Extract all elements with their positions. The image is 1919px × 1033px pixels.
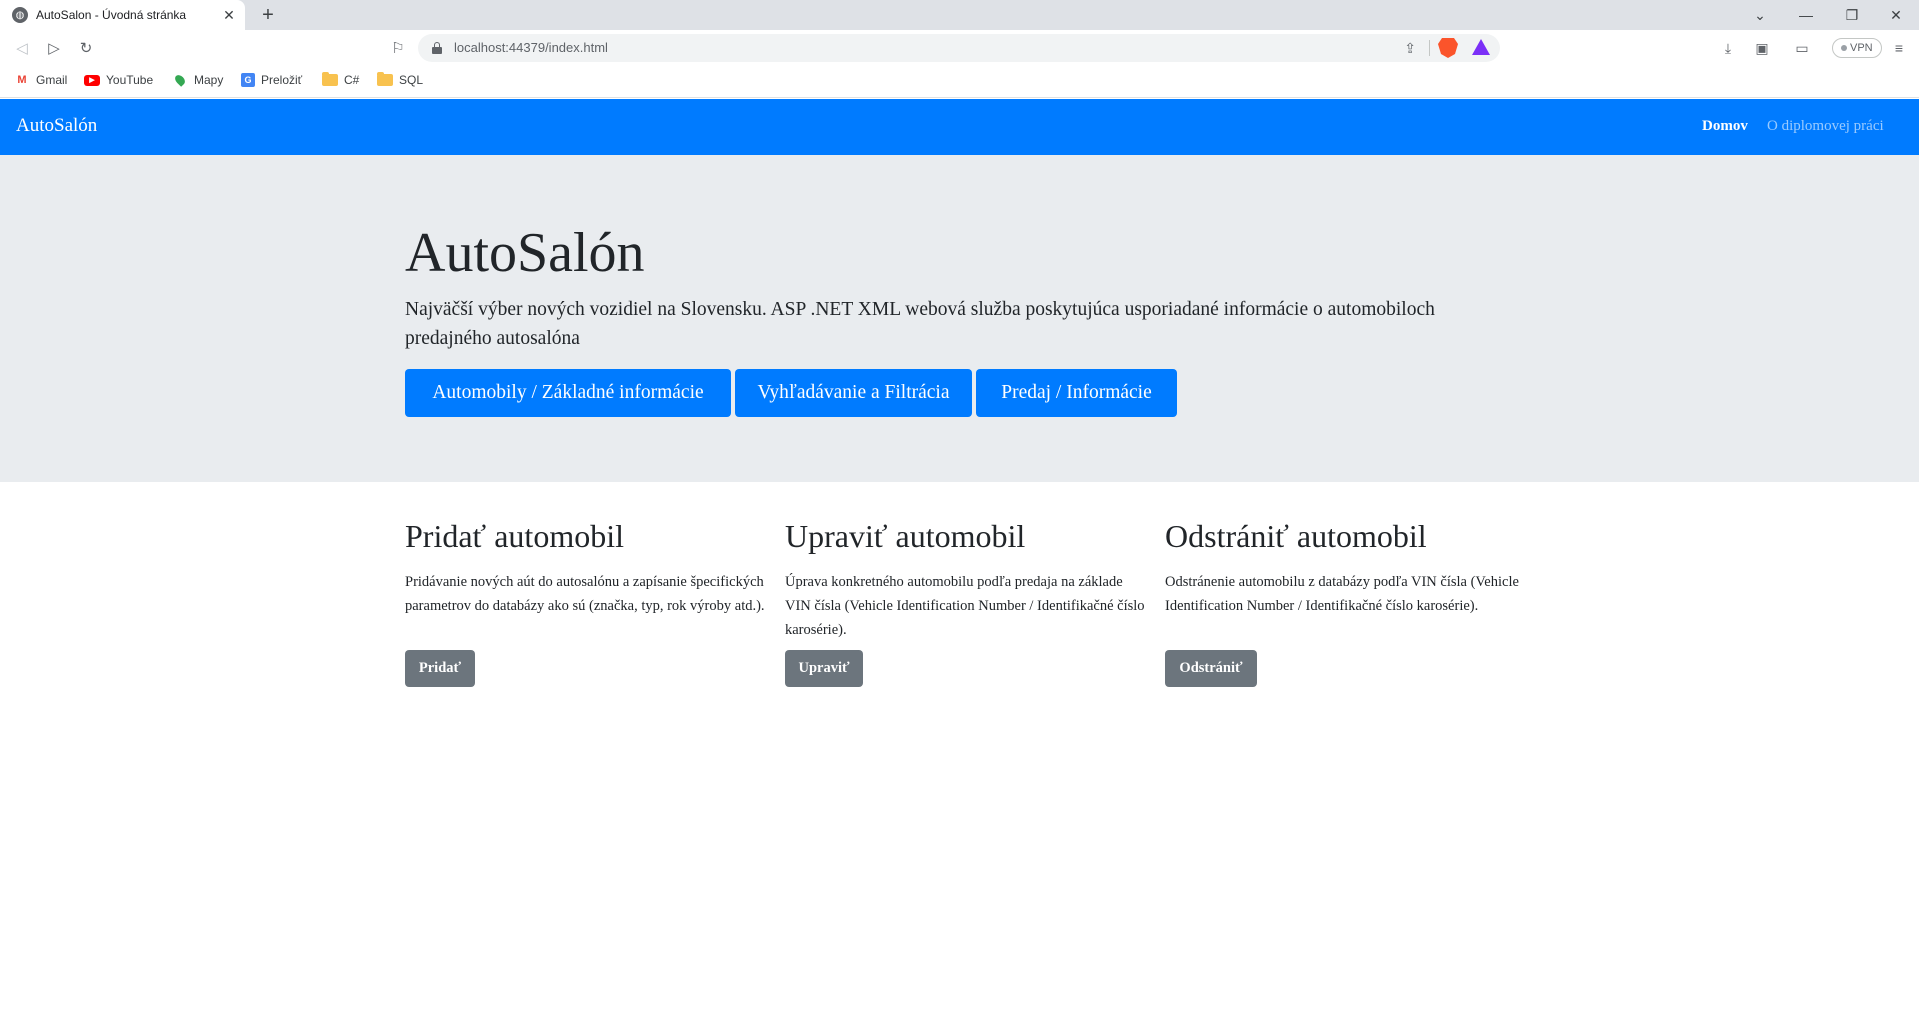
lock-icon [432, 42, 442, 54]
youtube-icon: ▶ [84, 74, 100, 86]
feature-title: Odstrániť automobil [1165, 518, 1427, 554]
tab-close-icon[interactable]: ✕ [221, 7, 237, 23]
divider [1429, 40, 1430, 56]
address-bar[interactable]: localhost:44379/index.html ⇪ [418, 34, 1500, 62]
feature-add: Pridať automobil Pridávanie nových aút d… [405, 518, 765, 618]
gmail-icon: M [17, 74, 27, 86]
feature-delete: Odstrániť automobil Odstránenie automobi… [1165, 518, 1525, 618]
browser-tab[interactable]: ◍ AutoSalon - Úvodná stránka ✕ [0, 0, 245, 30]
bookmark-icon[interactable]: ⚐ [386, 36, 410, 60]
cars-info-button[interactable]: Automobily / Základné informácie [405, 369, 731, 417]
bookmark-youtube[interactable]: ▶ YouTube [84, 73, 153, 87]
menu-icon[interactable]: ≡ [1887, 36, 1911, 60]
browser-tabstrip: ◍ AutoSalon - Úvodná stránka ✕ + ⌄ — ❐ ✕ [0, 0, 1919, 30]
bookmark-label: Mapy [194, 73, 224, 87]
vpn-status-icon [1841, 45, 1847, 52]
url-text: localhost:44379/index.html [454, 40, 608, 55]
nav-link-about[interactable]: O diplomovej práci [1767, 118, 1884, 135]
translate-icon: G [241, 73, 255, 87]
navbar-brand[interactable]: AutoSalón [16, 115, 97, 137]
nav-link-home[interactable]: Domov [1702, 118, 1748, 135]
brave-shields-icon[interactable] [1438, 38, 1458, 58]
close-window-icon[interactable]: ✕ [1873, 0, 1919, 30]
page-title: AutoSalón [405, 222, 645, 284]
bookmark-label: YouTube [106, 73, 154, 87]
globe-icon: ◍ [12, 7, 28, 23]
search-filter-button[interactable]: Vyhľadávanie a Filtrácia [735, 369, 972, 417]
folder-icon [377, 72, 393, 86]
feature-title: Pridať automobil [405, 518, 624, 554]
hero-jumbotron: AutoSalón Najväčší výber nových vozidiel… [0, 155, 1919, 482]
forward-icon[interactable]: ▷ [42, 36, 66, 60]
hero-lead: Najväčší výber nových vozidiel na Sloven… [405, 299, 1435, 349]
bookmark-folder-sql[interactable]: SQL [377, 72, 424, 87]
minimize-icon[interactable]: — [1783, 0, 1829, 30]
reload-icon[interactable]: ↻ [74, 36, 98, 60]
add-button[interactable]: Pridať [405, 650, 475, 687]
wallet-icon[interactable]: ▭ [1790, 36, 1814, 60]
delete-button[interactable]: Odstrániť [1165, 650, 1257, 687]
vpn-button[interactable]: VPN [1832, 38, 1882, 58]
new-tab-button[interactable]: + [256, 4, 280, 28]
bookmark-maps[interactable]: Mapy [172, 73, 223, 87]
site-navbar: AutoSalón Domov O diplomovej práci [0, 99, 1919, 155]
folder-icon [322, 72, 338, 86]
sidebar-icon[interactable]: ▣ [1750, 36, 1774, 60]
bookmark-label: Gmail [36, 73, 68, 87]
restore-icon[interactable]: ❐ [1829, 0, 1875, 30]
feature-edit: Upraviť automobil Úprava konkretného aut… [785, 518, 1145, 642]
maps-icon [173, 73, 187, 87]
feature-text: Pridávanie nových aút do autosalónu a za… [405, 574, 765, 614]
feature-text: Odstránenie automobilu z databázy podľa … [1165, 574, 1519, 614]
tab-search-icon[interactable]: ⌄ [1737, 0, 1783, 30]
vpn-label: VPN [1850, 42, 1873, 54]
sales-info-button[interactable]: Predaj / Informácie [976, 369, 1177, 417]
edit-button[interactable]: Upraviť [785, 650, 863, 687]
feature-text: Úprava konkretného automobilu podľa pred… [785, 574, 1145, 638]
share-icon[interactable]: ⇪ [1404, 40, 1416, 57]
back-icon[interactable]: ◁ [10, 36, 34, 60]
bookmark-label: C# [344, 73, 360, 87]
bookmark-folder-csharp[interactable]: C# [322, 72, 360, 87]
tab-title: AutoSalon - Úvodná stránka [36, 8, 187, 22]
brave-rewards-icon[interactable] [1472, 39, 1490, 55]
bookmark-gmail[interactable]: M Gmail [14, 73, 67, 87]
bookmark-label: Preložiť [261, 73, 303, 87]
browser-toolbar: ◁ ▷ ↻ ⚐ localhost:44379/index.html ⇪ ⤓ ▣… [0, 30, 1919, 66]
bookmark-translate[interactable]: G Preložiť [241, 73, 302, 87]
bookmarks-bar: M Gmail ▶ YouTube Mapy G Preložiť C# SQL [0, 66, 1919, 98]
feature-title: Upraviť automobil [785, 518, 1026, 554]
bookmark-label: SQL [399, 73, 424, 87]
download-icon[interactable]: ⤓ [1716, 36, 1740, 60]
